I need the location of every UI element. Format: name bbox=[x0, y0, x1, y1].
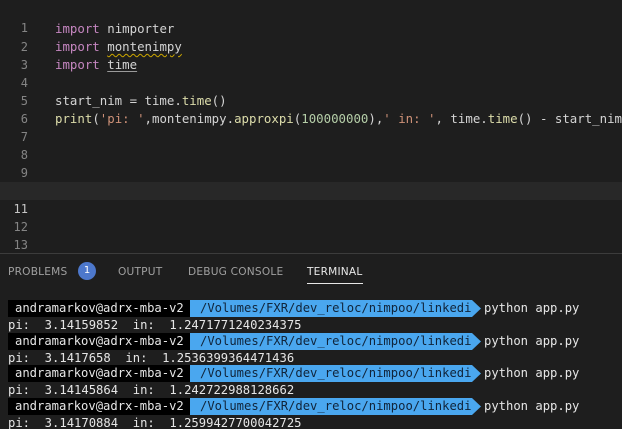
prompt-user-segment: andramarkov@adrx-mba-v2 bbox=[8, 333, 190, 350]
code-text: () - start_nim) bbox=[517, 111, 622, 126]
prompt-arrow-icon bbox=[472, 300, 481, 317]
terminal-output-line: pi: 3.14145864 in: 1.242722988128662 bbox=[0, 382, 622, 399]
function-name: time bbox=[487, 111, 518, 126]
terminal-output: pi: 3.14159852 in: 1.2471771240234375 bbox=[8, 318, 302, 332]
prompt-path: /Volumes/FXR/dev_reloc/nimpoo/linkedin bbox=[190, 365, 479, 382]
code-line[interactable]: 5 bbox=[0, 74, 622, 108]
terminal-view[interactable]: andramarkov@adrx-mba-v2 /Volumes/FXR/dev… bbox=[0, 295, 622, 429]
function-name: approxpi bbox=[234, 111, 294, 126]
code-text: ), bbox=[368, 111, 384, 126]
code-text: start_nim = time. bbox=[55, 93, 182, 108]
terminal-command: python app.py bbox=[484, 301, 580, 315]
tab-terminal[interactable]: TERMINAL bbox=[307, 266, 362, 279]
tab-output[interactable]: OUTPUT bbox=[118, 266, 162, 279]
vscode-window: 1 2 import nimporter 3 import montenimpy… bbox=[0, 0, 622, 429]
problems-count-badge[interactable]: 1 bbox=[78, 262, 96, 280]
code-line[interactable]: 3 import montenimpy bbox=[0, 38, 622, 72]
terminal-output-line: pi: 3.14159852 in: 1.2471771240234375 bbox=[0, 317, 622, 334]
string-literal: ' in: ' bbox=[383, 111, 436, 126]
function-name: time bbox=[181, 93, 212, 108]
code-text: ,montenimpy. bbox=[144, 111, 235, 126]
code-line[interactable]: 6 start_nim = time.time() bbox=[0, 92, 622, 126]
code-line[interactable]: 8 bbox=[0, 128, 622, 162]
terminal-output-line: pi: 3.14170884 in: 1.2599427700042725 bbox=[0, 415, 622, 429]
code-text: ( bbox=[92, 111, 100, 126]
terminal-command: python app.py bbox=[484, 399, 580, 413]
prompt-user-segment: andramarkov@adrx-mba-v2 bbox=[8, 300, 190, 317]
tab-debug-console[interactable]: DEBUG CONSOLE bbox=[188, 266, 283, 279]
prompt-user: andramarkov@adrx-mba-v2 bbox=[15, 366, 184, 380]
prompt-path: /Volumes/FXR/dev_reloc/nimpoo/linkedin bbox=[190, 333, 479, 350]
terminal-command: python app.py bbox=[484, 334, 580, 348]
terminal-prompt-line: andramarkov@adrx-mba-v2 /Volumes/FXR/dev… bbox=[0, 300, 622, 317]
prompt-user: andramarkov@adrx-mba-v2 bbox=[15, 399, 184, 413]
prompt-path: /Volumes/FXR/dev_reloc/nimpoo/linkedin bbox=[190, 398, 479, 415]
code-line[interactable]: 14 bbox=[0, 236, 622, 253]
prompt-user: andramarkov@adrx-mba-v2 bbox=[15, 301, 184, 315]
terminal-command: python app.py bbox=[484, 366, 580, 380]
code-text: , time. bbox=[435, 111, 488, 126]
prompt-arrow-icon bbox=[472, 398, 481, 415]
prompt-arrow-icon bbox=[472, 365, 481, 382]
code-line[interactable]: 12 bbox=[0, 200, 622, 234]
active-tab-indicator bbox=[307, 283, 363, 284]
code-line-current[interactable]: 11 bbox=[0, 182, 622, 216]
terminal-prompt-line: andramarkov@adrx-mba-v2 /Volumes/FXR/dev… bbox=[0, 333, 622, 350]
prompt-arrow-icon bbox=[472, 333, 481, 350]
code-line[interactable]: 10 bbox=[0, 164, 622, 198]
prompt-user-segment: andramarkov@adrx-mba-v2 bbox=[8, 398, 190, 415]
code-line[interactable]: 9 bbox=[0, 146, 622, 180]
keyword: import bbox=[55, 57, 100, 72]
module-name: nimporter bbox=[107, 21, 175, 36]
code-line[interactable]: 13 bbox=[0, 218, 622, 252]
keyword: import bbox=[55, 39, 100, 54]
code-text: () bbox=[211, 93, 227, 108]
tab-problems[interactable]: PROBLEMS bbox=[8, 266, 67, 279]
code-line[interactable]: 4 import time bbox=[0, 56, 622, 90]
code-editor[interactable]: 1 2 import nimporter 3 import montenimpy… bbox=[0, 0, 622, 253]
module-name: time bbox=[107, 57, 138, 72]
code-line[interactable]: 1 bbox=[0, 1, 622, 35]
terminal-output: pi: 3.14170884 in: 1.2599427700042725 bbox=[8, 416, 302, 429]
terminal-prompt-line: andramarkov@adrx-mba-v2 /Volumes/FXR/dev… bbox=[0, 398, 622, 415]
function-name: print bbox=[55, 111, 93, 126]
terminal-prompt-line: andramarkov@adrx-mba-v2 /Volumes/FXR/dev… bbox=[0, 365, 622, 382]
number-literal: 100000000 bbox=[301, 111, 369, 126]
keyword: import bbox=[55, 21, 100, 36]
prompt-path: /Volumes/FXR/dev_reloc/nimpoo/linkedin bbox=[190, 300, 479, 317]
string-literal: 'pi: ' bbox=[99, 111, 145, 126]
terminal-output: pi: 3.14145864 in: 1.242722988128662 bbox=[8, 383, 295, 397]
module-name-warning[interactable]: montenimpy bbox=[107, 39, 182, 54]
prompt-user: andramarkov@adrx-mba-v2 bbox=[15, 334, 184, 348]
code-line[interactable]: 7 print('pi: ',montenimpy.approxpi(10000… bbox=[0, 110, 622, 144]
prompt-user-segment: andramarkov@adrx-mba-v2 bbox=[8, 365, 190, 382]
panel-tab-bar: PROBLEMS 1 OUTPUT DEBUG CONSOLE TERMINAL bbox=[0, 254, 622, 288]
code-line[interactable]: 2 import nimporter bbox=[0, 20, 622, 54]
